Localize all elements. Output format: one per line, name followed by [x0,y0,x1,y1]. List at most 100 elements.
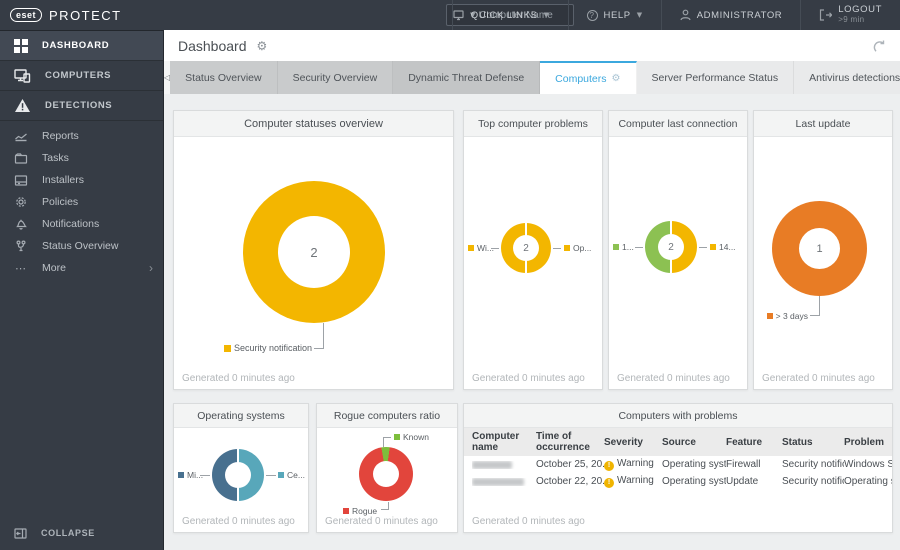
generated-timestamp: Generated 0 minutes ago [472,373,585,384]
card-computer-last-connection[interactable]: Computer last connection 2 1... 14... Ge… [608,110,748,390]
warning-icon: ! [604,460,614,471]
legend-left: Wi... [468,243,494,253]
column-header[interactable]: Computer name [472,431,536,453]
legend-swatch [766,313,773,319]
sidebar-item-computers[interactable]: COMPUTERS [0,61,163,91]
notifications-bell-icon [16,219,27,230]
sidebar-item-notifications[interactable]: Notifications [0,213,163,235]
dashboard-settings-gear-icon[interactable]: ⚙ [257,39,268,53]
tab-label: Dynamic Threat Defense [408,71,525,84]
sidebar-item-status-overview[interactable]: Status Overview [0,235,163,257]
sidebar-item-label: Reports [42,130,79,142]
sidebar-item-label: Notifications [42,218,100,230]
top-bar: eset PROTECT ▼ QUICK LINKS ▼ ? HELP ▼ AD… [0,0,900,30]
legend-label: Security notification [233,343,312,353]
legend-swatch [613,244,619,250]
sidebar-item-tasks[interactable]: Tasks [0,147,163,169]
table-row[interactable]: October 25, 20... ! Warning Operating sys… [464,456,892,473]
logout-timer: >9 min [838,14,865,24]
table-header-row: Computer name Time of occurrence Severit… [464,428,892,456]
card-rogue-computers-ratio[interactable]: Rogue computers ratio Known Rogue Genera… [316,403,458,533]
card-last-update[interactable]: Last update 1 > 3 days Generated 0 minut… [753,110,893,390]
help-menu[interactable]: ? HELP ▼ [567,0,661,30]
chevron-right-icon: › [149,261,153,275]
column-header[interactable]: Severity [604,437,662,448]
cell-feature: Update [726,476,759,487]
legend-label: Mi... [187,470,204,480]
administrator-menu[interactable]: ADMINISTRATOR [660,0,801,30]
generated-timestamp: Generated 0 minutes ago [325,516,438,527]
sidebar-item-policies[interactable]: Policies [0,191,163,213]
refresh-icon [873,40,885,52]
sidebar-item-more[interactable]: ⋯ More › [0,257,163,279]
donut-hole [225,462,251,488]
collapse-label: COLLAPSE [41,528,95,538]
column-header[interactable]: Feature [726,437,782,448]
tab-antivirus-detections[interactable]: Antivirus detections [794,61,900,94]
sidebar-item-dashboard[interactable]: DASHBOARD [0,31,163,61]
card-computers-with-problems[interactable]: Computers with problems Computer name Ti… [463,403,893,533]
legend-label: Ce... [287,470,305,480]
legend-label: Op... [573,243,592,253]
dashboard-tabbar: ◁ Status Overview Security Overview Dyna… [164,61,900,94]
donut-center-value: 2 [658,234,684,260]
sidebar-item-label: COMPUTERS [45,70,112,81]
tab-label: Status Overview [185,71,262,84]
tab-computers[interactable]: Computers ⚙ [540,61,637,94]
tab-gear-icon[interactable]: ⚙ [612,73,621,84]
callout-line [381,502,389,510]
callout-line [635,247,643,248]
cell-severity: Warning [617,458,654,470]
tab-label: Antivirus detections [809,71,900,84]
generated-timestamp: Generated 0 minutes ago [182,373,295,384]
quick-links-label: QUICK LINKS [470,9,538,21]
reports-icon [15,133,27,141]
chevron-down-icon: ▼ [636,11,643,19]
sidebar-item-reports[interactable]: Reports [0,125,163,147]
callout-line [553,248,561,249]
sidebar-item-label: Tasks [42,152,69,164]
callout-line [314,323,324,349]
collapse-button[interactable]: COLLAPSE [0,520,163,546]
tab-server-performance-status[interactable]: Server Performance Status [636,61,795,94]
legend-label: Rogue [352,506,378,516]
sidebar-item-label: DASHBOARD [42,40,110,51]
card-title: Rogue computers ratio [317,404,457,428]
computers-icon [14,68,31,83]
legend-security-notification: Security notification [208,343,312,353]
generated-timestamp: Generated 0 minutes ago [617,373,730,384]
installers-icon [14,174,28,186]
cell-problem: Windows Secur... [844,459,892,470]
donut-hole [373,461,399,487]
logout-icon [820,9,833,21]
legend-known: Known [394,432,429,442]
policies-gear-icon [16,197,26,207]
column-header[interactable]: Problem [844,437,892,448]
refresh-button[interactable] [872,39,886,53]
tab-dynamic-threat-defense[interactable]: Dynamic Threat Defense [393,61,541,94]
legend-swatch [710,244,716,250]
card-title: Top computer problems [464,111,602,137]
column-header[interactable]: Status [782,437,844,448]
tab-security-overview[interactable]: Security Overview [277,61,394,94]
column-header[interactable]: Source [662,437,726,448]
table-row[interactable]: October 22, 20... ! Warning Operating sys… [464,473,892,490]
legend-left: Mi... [178,470,203,480]
product-name: PROTECT [49,7,122,23]
page-header: Dashboard ⚙ [164,30,900,61]
sidebar-item-detections[interactable]: DETECTIONS [0,91,163,121]
sidebar-item-label: Installers [42,174,85,186]
sidebar-item-installers[interactable]: Installers [0,169,163,191]
problems-table: Computer name Time of occurrence Severit… [464,428,892,490]
sidebar-item-label: DETECTIONS [45,100,113,111]
card-operating-systems[interactable]: Operating systems Mi... Ce... Generated … [173,403,309,533]
quick-links-menu[interactable]: QUICK LINKS ▼ [451,0,568,30]
tab-status-overview[interactable]: Status Overview [170,61,278,94]
column-header[interactable]: Time of occurrence [536,431,604,453]
logout-button[interactable]: LOGOUT >9 min [800,0,900,30]
sidebar-item-label: Policies [42,196,79,208]
legend-swatch [468,245,474,251]
card-top-computer-problems[interactable]: Top computer problems 2 Wi... Op... Gene… [463,110,603,390]
collapse-icon [14,527,27,539]
card-computer-statuses-overview[interactable]: Computer statuses overview 2 Security no… [173,110,454,390]
